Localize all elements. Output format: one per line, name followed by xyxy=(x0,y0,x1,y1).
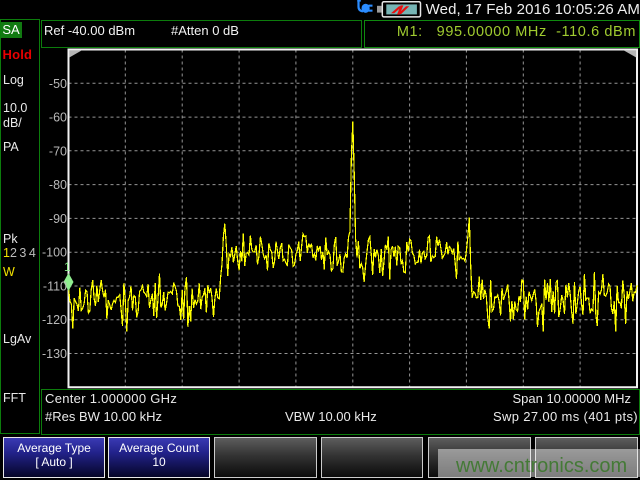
svg-text:-60: -60 xyxy=(49,111,67,125)
svg-text:-70: -70 xyxy=(49,144,67,158)
svg-text:-50: -50 xyxy=(49,77,67,91)
svg-text:-130: -130 xyxy=(42,347,67,361)
svg-text:-90: -90 xyxy=(49,212,67,226)
svg-text:-80: -80 xyxy=(49,178,67,192)
svg-text:-120: -120 xyxy=(42,313,67,327)
svg-text:1: 1 xyxy=(64,260,71,274)
svg-text:-110: -110 xyxy=(43,280,67,294)
svg-text:-100: -100 xyxy=(42,246,67,260)
